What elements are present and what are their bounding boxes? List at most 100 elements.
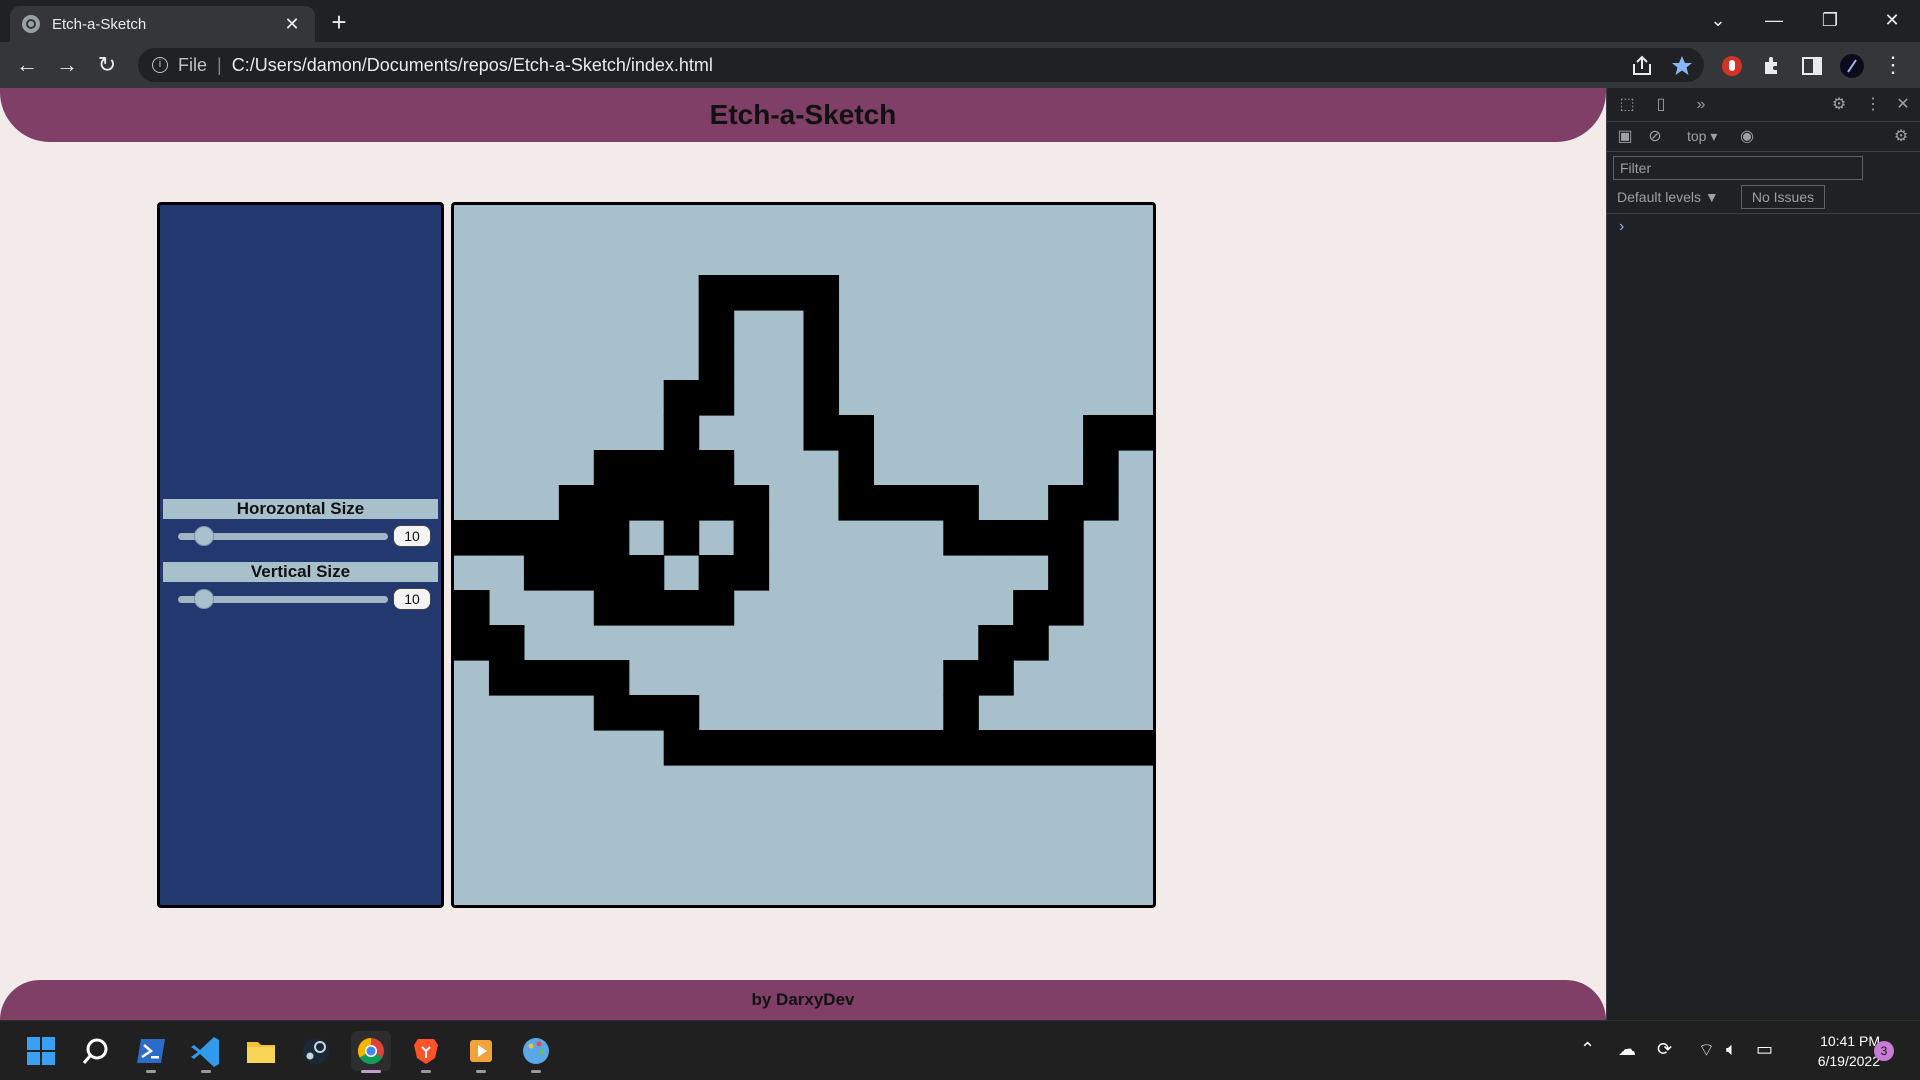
extensions-puzzle-icon[interactable] — [1760, 54, 1784, 78]
grid-cell-filled[interactable] — [663, 695, 700, 731]
settings-gear-icon[interactable]: ⚙ — [1829, 95, 1849, 115]
grid-cell-filled[interactable] — [1048, 590, 1084, 626]
wifi-icon[interactable]: ⌔ — [1698, 1039, 1715, 1062]
grid-cell-filled[interactable] — [733, 275, 770, 311]
grid-cell-filled[interactable] — [488, 520, 525, 556]
more-tabs-icon[interactable]: » — [1691, 95, 1711, 115]
onedrive-cloud-icon[interactable]: ☁ — [1618, 1039, 1636, 1060]
grid-cell-filled[interactable] — [1048, 730, 1084, 766]
sync-icon[interactable]: ⟳ — [1657, 1039, 1672, 1060]
grid-cell-filled[interactable] — [663, 415, 700, 451]
profile-avatar[interactable] — [1840, 54, 1864, 78]
grid-cell-filled[interactable] — [908, 485, 944, 521]
paint-app[interactable] — [516, 1031, 556, 1073]
grid-cell-filled[interactable] — [838, 415, 874, 451]
close-tab-icon[interactable]: ✕ — [281, 13, 303, 35]
search-button[interactable] — [76, 1031, 116, 1071]
grid-cell-filled[interactable] — [698, 310, 735, 346]
grid-cell-filled[interactable] — [873, 485, 909, 521]
grid-cell-filled[interactable] — [1048, 555, 1084, 591]
grid-cell-filled[interactable] — [698, 485, 735, 521]
grid-cell-filled[interactable] — [663, 380, 700, 416]
grid-cell-filled[interactable] — [593, 485, 630, 521]
grid-cell-filled[interactable] — [943, 660, 979, 696]
powershell-app[interactable] — [131, 1031, 171, 1073]
inspect-element-icon[interactable]: ⬚ — [1617, 95, 1637, 115]
grid-cell-filled[interactable] — [768, 275, 805, 311]
grid-cell-filled[interactable] — [663, 520, 700, 556]
media-player-app[interactable] — [461, 1031, 501, 1073]
grid-cell-filled[interactable] — [1118, 730, 1153, 766]
sidebar-toggle-icon[interactable]: ▣ — [1615, 127, 1635, 147]
minimize-button[interactable]: — — [1746, 0, 1802, 40]
slider-thumb[interactable] — [194, 589, 214, 609]
grid-cell-filled[interactable] — [838, 485, 874, 521]
grid-cell-filled[interactable] — [628, 590, 665, 626]
info-icon[interactable]: i — [152, 57, 168, 73]
notification-badge[interactable]: 3 — [1874, 1041, 1894, 1061]
grid-cell-filled[interactable] — [943, 520, 979, 556]
grid-cell-filled[interactable] — [1083, 485, 1119, 521]
vertical-size-slider[interactable] — [178, 589, 388, 609]
side-panel-icon[interactable] — [1800, 54, 1824, 78]
grid-cell-filled[interactable] — [943, 485, 979, 521]
vertical-size-input[interactable]: 10 — [393, 588, 431, 610]
log-levels-dropdown[interactable]: Default levels ▼ — [1617, 189, 1719, 205]
grid-cell-filled[interactable] — [663, 730, 700, 766]
grid-cell-filled[interactable] — [943, 730, 979, 766]
grid-cell-filled[interactable] — [1048, 520, 1084, 556]
grid-cell-filled[interactable] — [978, 660, 1014, 696]
grid-cell-filled[interactable] — [733, 485, 770, 521]
clock[interactable]: 10:41 PM 6/19/2022 — [1790, 1031, 1880, 1071]
close-devtools-icon[interactable]: ✕ — [1893, 95, 1913, 115]
grid-cell-filled[interactable] — [523, 520, 560, 556]
battery-icon[interactable]: ▭ — [1756, 1039, 1773, 1060]
reload-icon[interactable]: ↻ — [92, 50, 122, 80]
file-explorer-app[interactable] — [241, 1031, 281, 1071]
grid-cell-filled[interactable] — [663, 485, 700, 521]
grid-cell-filled[interactable] — [1083, 415, 1119, 451]
grid-cell-filled[interactable] — [488, 625, 525, 661]
grid-cell-filled[interactable] — [803, 345, 840, 381]
grid-cell-filled[interactable] — [1118, 415, 1153, 451]
grid-cell-filled[interactable] — [558, 555, 595, 591]
address-bar[interactable]: i File | C:/Users/damon/Documents/repos/… — [138, 48, 1704, 82]
live-expression-eye-icon[interactable]: ◉ — [1737, 127, 1757, 147]
grid-cell-filled[interactable] — [488, 660, 525, 696]
grid-cell-filled[interactable] — [628, 695, 665, 731]
grid-cell-filled[interactable] — [1013, 730, 1049, 766]
restore-button[interactable]: ❐ — [1802, 0, 1858, 40]
chrome-app[interactable] — [351, 1031, 391, 1073]
grid-cell-filled[interactable] — [628, 555, 665, 591]
extension-hand-icon[interactable] — [1720, 54, 1744, 78]
grid-cell-filled[interactable] — [454, 590, 490, 626]
close-window-button[interactable]: ✕ — [1864, 0, 1920, 40]
vscode-app[interactable] — [186, 1031, 226, 1073]
grid-cell-filled[interactable] — [558, 660, 595, 696]
grid-cell-filled[interactable] — [768, 730, 805, 766]
grid-cell-filled[interactable] — [943, 695, 979, 731]
grid-cell-filled[interactable] — [558, 485, 595, 521]
grid-cell-filled[interactable] — [803, 415, 840, 451]
grid-cell-filled[interactable] — [523, 555, 560, 591]
grid-cell-filled[interactable] — [593, 695, 630, 731]
console-settings-icon[interactable]: ⚙ — [1891, 127, 1911, 147]
forward-icon[interactable]: → — [52, 50, 82, 80]
grid-cell-filled[interactable] — [803, 275, 840, 311]
grid-cell-filled[interactable] — [803, 730, 840, 766]
grid-cell-filled[interactable] — [1048, 485, 1084, 521]
grid-cell-filled[interactable] — [838, 450, 874, 486]
browser-tab[interactable]: Etch-a-Sketch ✕ — [10, 6, 315, 42]
grid-cell-filled[interactable] — [698, 555, 735, 591]
grid-cell-filled[interactable] — [1083, 450, 1119, 486]
back-icon[interactable]: ← — [12, 50, 42, 80]
grid-cell-filled[interactable] — [558, 520, 595, 556]
share-icon[interactable] — [1630, 54, 1654, 78]
tab-search-icon[interactable]: ⌄ — [1690, 0, 1746, 40]
start-button[interactable] — [21, 1031, 61, 1071]
horizontal-size-input[interactable]: 10 — [393, 525, 431, 547]
issues-button[interactable]: No Issues — [1741, 185, 1825, 209]
clear-console-icon[interactable]: ⊘ — [1645, 127, 1665, 147]
grid-cell-filled[interactable] — [593, 520, 630, 556]
grid-cell-filled[interactable] — [873, 730, 909, 766]
